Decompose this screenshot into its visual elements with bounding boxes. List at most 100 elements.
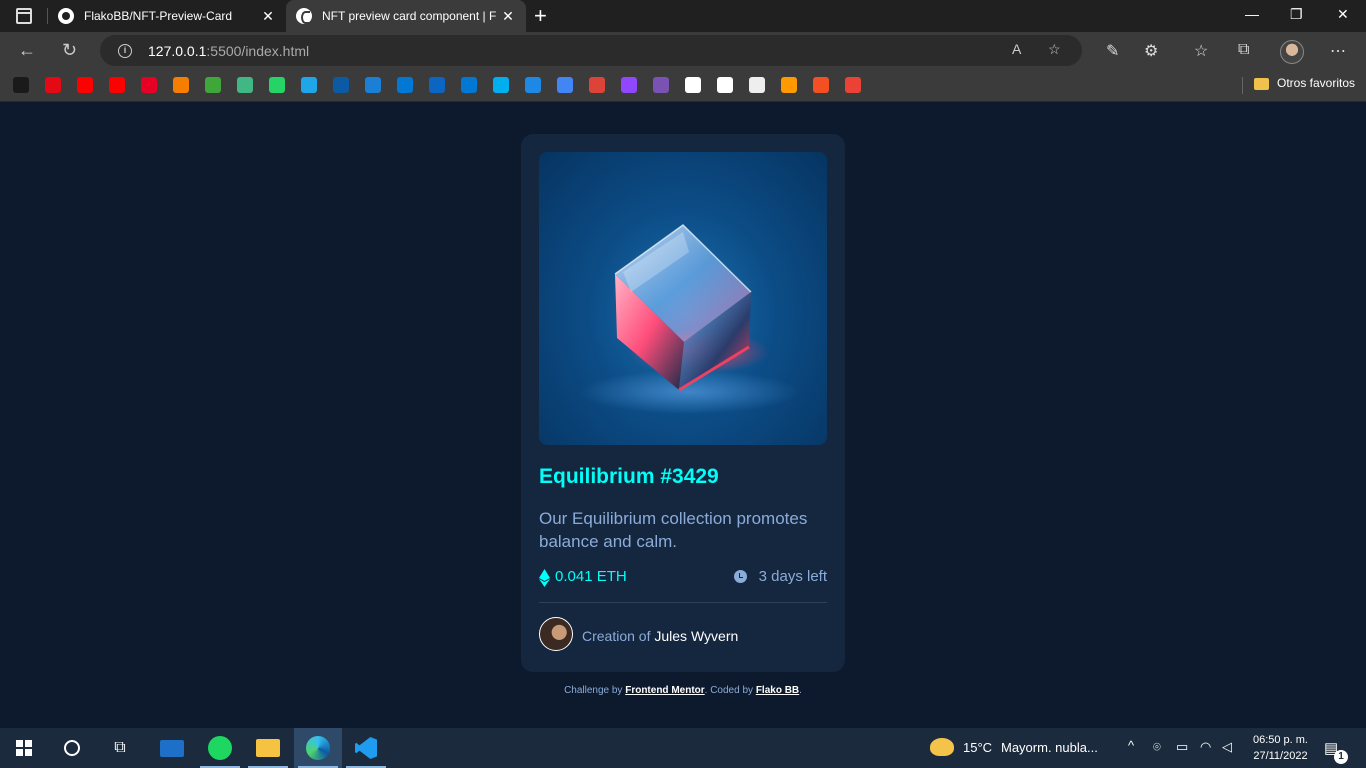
bookmark-pinterest-icon[interactable] [141,77,157,93]
github-icon [58,8,74,24]
edge-app[interactable] [294,728,342,768]
meet-now-icon[interactable]: ⌾ [1153,739,1161,755]
bookmark-translate-icon[interactable] [557,77,573,93]
attribution-suffix: . [799,685,802,696]
attribution: Challenge by Frontend Mentor. Coded by F… [0,685,1366,696]
tab-nft-preview[interactable]: NFT preview card component | Fr ✕ [286,0,526,32]
bookmarks-bar [0,69,1366,102]
minimize-button[interactable]: — [1245,6,1259,22]
tab-github[interactable]: FlakoBB/NFT-Preview-Card ✕ [48,0,286,32]
maximize-button[interactable]: ❐ [1290,6,1303,23]
new-tab-button[interactable]: + [534,3,547,29]
other-favorites[interactable]: Otros favoritos [1277,76,1355,90]
bookmark-pixiv-icon[interactable] [205,77,221,93]
nft-image[interactable] [539,152,827,445]
attribution-middle: . Coded by [704,685,754,696]
close-icon[interactable]: ✕ [256,8,280,25]
bookmark-netflix-icon[interactable] [45,77,61,93]
notification-badge: 1 [1334,750,1348,764]
spotify-app[interactable] [196,728,244,768]
volume-icon[interactable]: ◁ [1222,739,1232,755]
attribution-prefix: Challenge by [564,685,623,696]
extensions-icon[interactable]: ⚙ [1144,41,1158,61]
tab-actions-icon[interactable] [16,8,32,24]
price-row: 0.041 ETH 3 days left [539,566,827,588]
close-icon[interactable]: ✕ [496,8,520,25]
bookmark-outlook-icon[interactable] [461,77,477,93]
info-icon[interactable]: i [118,43,132,58]
taskbar-clock[interactable]: 06:50 p. m. 27/11/2022 [1253,732,1308,764]
nft-price: 0.041 ETH [555,568,627,585]
search-button[interactable] [48,728,96,768]
bookmark-skype-icon[interactable] [493,77,509,93]
vscode-icon [355,737,377,759]
bookmark-youtube-icon[interactable] [77,77,93,93]
bookmark-microsoft-icon[interactable] [813,77,829,93]
wifi-icon[interactable]: ◠ [1200,739,1211,755]
favorites-icon[interactable]: ☆ [1194,41,1208,61]
eyedropper-icon[interactable]: ✎ [1106,41,1119,61]
folder-icon [256,739,280,757]
bookmark-chrome-icon[interactable] [589,77,605,93]
windows-icon [16,740,32,756]
more-menu-icon[interactable]: ⋯ [1330,41,1346,61]
bookmark-edge-icon[interactable] [333,77,349,93]
bookmark-azure-icon[interactable] [397,77,413,93]
spotify-icon [208,736,232,760]
frontend-mentor-icon [296,8,312,24]
bookmark-messenger-icon[interactable] [301,77,317,93]
vscode-app[interactable] [342,728,390,768]
weather-condition[interactable]: Mayorm. nubla... [1001,740,1098,755]
ethereum-icon [539,569,550,587]
refresh-icon[interactable]: ↻ [62,40,77,61]
address-path: :5500/index.html [206,42,310,59]
bookmark-gmail-icon[interactable] [845,77,861,93]
close-window-button[interactable]: ✕ [1337,6,1349,23]
creator-name[interactable]: Jules Wyvern [654,628,738,644]
edge-icon [306,736,330,760]
weather-temp[interactable]: 15°C [963,740,992,755]
profile-avatar[interactable] [1280,40,1304,64]
bookmarks-separator [1242,77,1243,94]
windows-taskbar: ⧉ 15°C Mayorm. nubla... ^ ⌾ ▭ ◠ ◁ 06:50 … [0,728,1366,768]
bookmark-linkedin-icon[interactable] [429,77,445,93]
bookmark-calendar-icon[interactable] [525,77,541,93]
frontend-mentor-link[interactable]: Frontend Mentor [625,685,704,696]
tab-title: NFT preview card component | Fr [322,9,496,23]
address-host: 127.0.0.1 [148,42,207,59]
crystal-cube-image [579,224,799,414]
address-bar[interactable]: i 127.0.0.1 :5500/index.html A ☆ [100,35,1082,66]
bookmark-youtube-music-icon[interactable] [109,77,125,93]
bookmark-notion-icon[interactable] [749,77,765,93]
bookmark-twitch-icon[interactable] [621,77,637,93]
divider [539,602,827,603]
bookmark-bootstrap-icon[interactable] [653,77,669,93]
collections-icon[interactable]: ⧉ [1238,41,1249,59]
back-arrow-icon[interactable]: ← [18,40,36,61]
clock-time: 06:50 p. m. [1252,734,1308,746]
nft-title[interactable]: Equilibrium #3429 [539,465,719,489]
favorite-star-icon[interactable]: ☆ [1048,41,1061,58]
bookmark-player-icon[interactable] [365,77,381,93]
page-content: Equilibrium #3429 Our Equilibrium collec… [0,103,1366,728]
author-link[interactable]: Flako BB [756,685,799,696]
file-explorer-app[interactable] [244,728,292,768]
bookmark-blogger-icon[interactable] [173,77,189,93]
task-view-button[interactable]: ⧉ [96,728,144,768]
read-aloud-icon[interactable]: A [1012,41,1021,57]
chevron-up-icon[interactable]: ^ [1128,738,1134,753]
bookmark-github-icon[interactable] [717,77,733,93]
battery-icon[interactable]: ▭ [1176,739,1188,755]
mail-app[interactable] [148,728,196,768]
weather-icon[interactable] [930,738,954,756]
bookmark-onedrive-icon[interactable] [781,77,797,93]
bookmark-amazon-icon[interactable] [685,77,701,93]
creator-line: Creation of Jules Wyvern [582,628,738,644]
bookmark-whatsapp-icon[interactable] [269,77,285,93]
bookmark-vue-icon[interactable] [237,77,253,93]
nft-card: Equilibrium #3429 Our Equilibrium collec… [521,134,845,672]
creator-avatar [539,617,573,651]
bookmark-gf-icon[interactable] [13,77,29,93]
task-view-icon: ⧉ [114,739,126,756]
windows-start-button[interactable] [0,728,48,768]
